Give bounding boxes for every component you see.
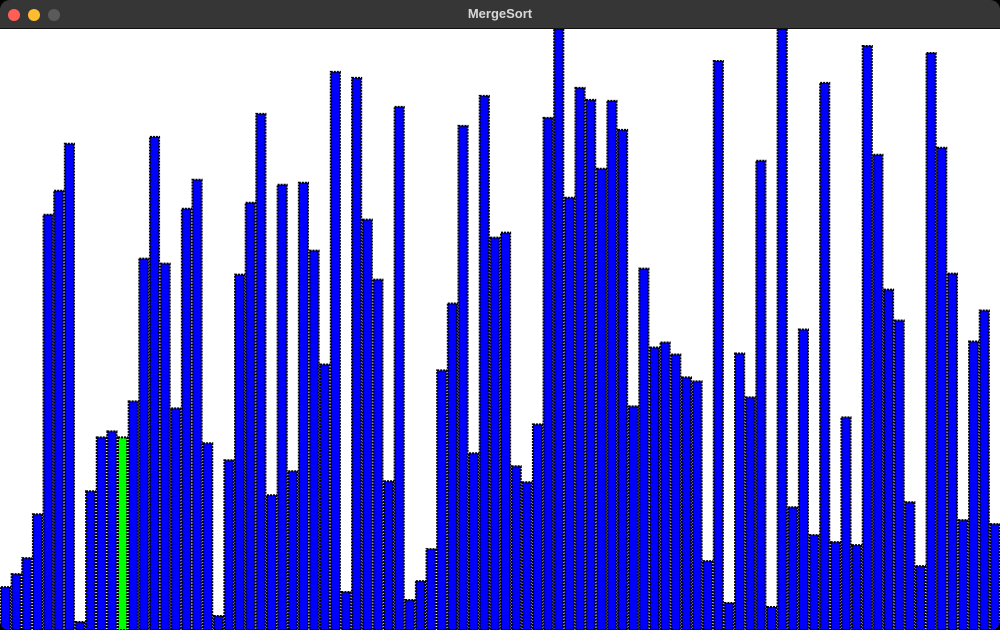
bar <box>95 436 107 630</box>
bar <box>702 560 714 630</box>
bar <box>968 340 980 630</box>
bar <box>404 599 416 630</box>
bar <box>765 606 778 630</box>
bar <box>893 319 905 630</box>
bar <box>563 196 575 630</box>
bar <box>819 81 831 630</box>
bar <box>478 94 490 630</box>
bar <box>872 153 884 630</box>
bar <box>340 591 352 630</box>
bar <box>85 490 97 630</box>
bar <box>680 376 692 630</box>
bar <box>372 278 384 630</box>
bar <box>468 452 480 630</box>
bar <box>925 51 937 630</box>
bar <box>159 262 171 630</box>
bar <box>21 557 33 630</box>
sort-visualization-canvas <box>0 29 1000 630</box>
bar <box>425 548 437 630</box>
bar <box>329 70 341 630</box>
bar <box>840 416 852 630</box>
bar <box>691 380 703 630</box>
bar <box>989 523 1000 630</box>
bar <box>202 442 214 630</box>
bar <box>42 213 54 630</box>
bar <box>414 580 427 630</box>
bar <box>755 159 767 630</box>
bar <box>776 29 788 630</box>
bar <box>638 267 650 630</box>
bar <box>553 29 565 630</box>
bar <box>734 352 746 630</box>
bar <box>436 369 448 630</box>
app-window: MergeSort <box>0 0 1000 630</box>
bar <box>234 273 246 630</box>
bar <box>978 309 990 630</box>
bar <box>797 328 810 630</box>
bar <box>648 346 661 630</box>
bar <box>361 218 373 630</box>
title-bar[interactable]: MergeSort <box>0 0 1000 29</box>
bar <box>319 363 331 630</box>
bar <box>308 249 320 630</box>
bar <box>744 396 756 630</box>
bar <box>617 128 629 630</box>
bar <box>510 465 522 630</box>
bar <box>542 116 554 630</box>
bar <box>457 124 469 630</box>
bar <box>606 99 618 630</box>
bar <box>393 105 405 630</box>
bar <box>170 407 182 630</box>
bar <box>74 621 86 630</box>
bar <box>829 541 841 630</box>
bar <box>255 112 267 630</box>
bar <box>180 207 192 630</box>
bar <box>861 44 873 630</box>
bar <box>106 430 118 630</box>
bar <box>670 353 682 630</box>
bar <box>10 573 22 630</box>
bar <box>574 86 586 630</box>
highlighted-bar <box>117 436 129 630</box>
bar <box>808 534 820 630</box>
bar <box>595 167 607 630</box>
bar <box>936 146 948 630</box>
bar <box>212 615 224 630</box>
bar <box>957 519 969 630</box>
bar <box>191 178 203 630</box>
bar <box>0 586 12 630</box>
bar <box>265 494 278 630</box>
bar <box>787 506 799 630</box>
bar <box>31 513 44 630</box>
bar <box>946 272 958 630</box>
bar <box>223 459 235 630</box>
bar <box>914 565 927 630</box>
bar <box>627 405 639 630</box>
bar <box>904 501 916 630</box>
bar <box>53 189 65 630</box>
bar <box>531 423 544 630</box>
bar <box>659 341 671 630</box>
bars-svg <box>0 29 1000 630</box>
bar <box>382 480 395 630</box>
bar <box>882 288 895 630</box>
bar <box>244 201 256 630</box>
bar <box>287 470 299 630</box>
bar <box>712 59 724 630</box>
bar <box>489 236 501 630</box>
bar <box>148 135 161 630</box>
bar <box>127 400 139 630</box>
bar <box>297 181 310 630</box>
bar <box>351 76 363 630</box>
bar <box>138 257 150 630</box>
bar <box>500 231 512 630</box>
bar <box>63 142 75 630</box>
bar <box>276 183 288 630</box>
bar <box>446 302 458 630</box>
bar <box>723 602 735 630</box>
bar <box>851 544 863 630</box>
window-title: MergeSort <box>467 6 533 21</box>
bar <box>585 98 597 630</box>
bar <box>521 481 533 630</box>
